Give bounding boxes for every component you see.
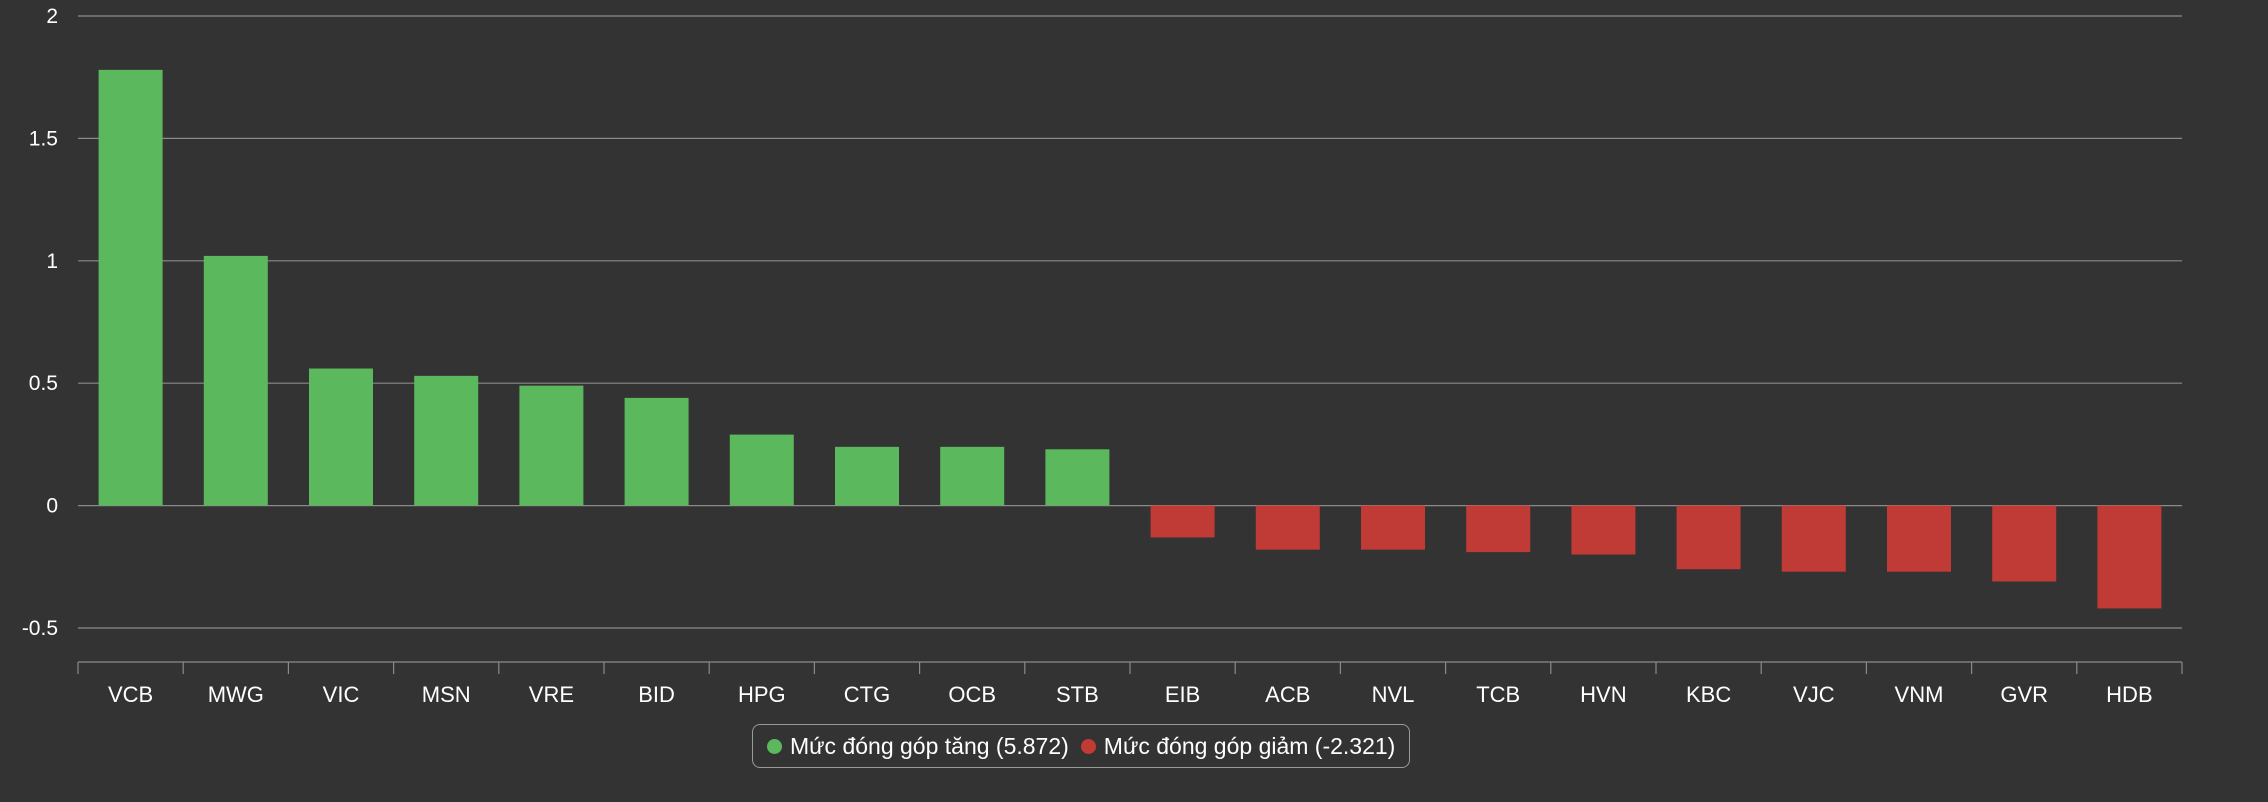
bar-vic[interactable]: [309, 368, 373, 506]
x-tick-label: VCB: [108, 682, 153, 707]
bar-eib[interactable]: [1150, 505, 1215, 538]
y-tick-label: 0: [46, 495, 58, 518]
bar-hdb[interactable]: [2097, 505, 2162, 609]
chart-legend: Mức đóng góp tăng (5.872) Mức đóng góp g…: [752, 724, 1411, 768]
x-tick-label: HDB: [2106, 682, 2152, 707]
x-tick-label: MWG: [208, 682, 264, 707]
x-tick-label: HVN: [1580, 682, 1626, 707]
bar-tcb[interactable]: [1466, 505, 1531, 553]
x-tick-label: EIB: [1165, 682, 1200, 707]
x-tick-label: MSN: [422, 682, 471, 707]
x-tick-label: NVL: [1372, 682, 1415, 707]
grid-layer: [78, 15, 2182, 629]
bar-vcb[interactable]: [98, 69, 163, 506]
bar-acb[interactable]: [1255, 505, 1320, 550]
x-tick-label: CTG: [844, 682, 890, 707]
bar-kbc[interactable]: [1676, 505, 1741, 570]
bar-nvl[interactable]: [1361, 505, 1425, 550]
x-tick-label: VJC: [1793, 682, 1835, 707]
bar-ocb[interactable]: [940, 446, 1005, 506]
x-tick-label: VRE: [529, 682, 574, 707]
bar-vre[interactable]: [519, 385, 584, 506]
legend-dot-negative-icon: [1080, 738, 1096, 754]
bar-bid[interactable]: [624, 397, 689, 506]
y-tick-label: 0.5: [29, 372, 58, 395]
x-tick-label: KBC: [1686, 682, 1731, 707]
x-tick-label: STB: [1056, 682, 1099, 707]
bar-msn[interactable]: [414, 375, 479, 506]
bar-mwg[interactable]: [203, 255, 268, 506]
legend-label-positive: Mức đóng góp tăng (5.872): [790, 732, 1069, 759]
bar-ctg[interactable]: [835, 446, 899, 506]
bar-hvn[interactable]: [1571, 505, 1636, 555]
bar-vjc[interactable]: [1781, 505, 1846, 572]
y-axis-ticks: 2 1.5 1 0.5 0 -0.5: [22, 5, 58, 640]
legend-dot-positive-icon: [767, 738, 782, 754]
x-tick-label: VIC: [323, 682, 360, 707]
x-tick-label: BID: [638, 682, 675, 707]
contribution-bar-chart: 2 1.5 1 0.5 0 -0.5 VCB MWG VIC MSN VRE BID HPG CTG OC…: [22, 5, 2183, 707]
x-axis: VCB MWG VIC MSN VRE BID HPG CTG OCB STB EIB ACB NVL T…: [77, 661, 2183, 707]
x-tick-label: OCB: [948, 682, 996, 707]
y-tick-label: 2: [46, 5, 58, 28]
bar-stb[interactable]: [1045, 449, 1110, 506]
y-tick-label: 1: [46, 250, 58, 273]
legend-item-negative[interactable]: Mức đóng góp giảm (-2.321): [1080, 732, 1396, 760]
bar-gvr[interactable]: [1992, 505, 2057, 582]
x-tick-label: ACB: [1265, 682, 1310, 707]
y-tick-label: -0.5: [22, 617, 58, 640]
x-tick-label: GVR: [2000, 682, 2048, 707]
x-tick-label: HPG: [738, 682, 786, 707]
bar-vnm[interactable]: [1887, 505, 1951, 572]
x-tick-label: VNM: [1895, 682, 1944, 707]
bar-layer: [98, 69, 2162, 609]
legend-item-positive[interactable]: Mức đóng góp tăng (5.872): [767, 733, 1069, 760]
bar-hpg[interactable]: [729, 434, 794, 506]
legend-label-negative: Mức đóng góp giảm (-2.321): [1103, 732, 1396, 759]
x-tick-label: TCB: [1476, 682, 1520, 707]
y-tick-label: 1.5: [29, 127, 58, 150]
